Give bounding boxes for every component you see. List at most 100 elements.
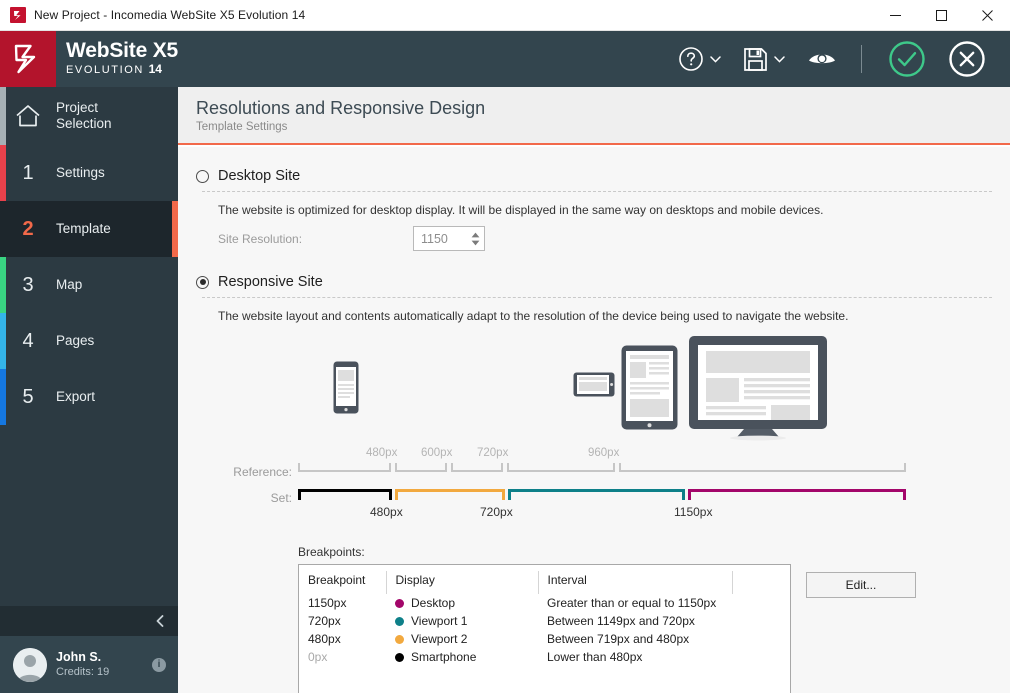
sidebar-item-project-selection[interactable]: Project Selection: [0, 87, 178, 145]
sidebar-item-export[interactable]: 5 Export: [0, 369, 178, 425]
brand-logo-icon: [0, 31, 56, 87]
breakpoints-title: Breakpoints:: [298, 545, 365, 559]
desktop-site-radio-row[interactable]: Desktop Site: [178, 168, 1010, 184]
sidebar-collapse-button[interactable]: [0, 606, 178, 636]
sidebar: Project Selection 1 Settings 2 Template …: [0, 87, 178, 693]
main-content: Desktop Site The website is optimized fo…: [178, 147, 1010, 693]
edit-button[interactable]: Edit...: [806, 572, 916, 598]
set-segment-smartphone[interactable]: [298, 489, 392, 500]
responsive-site-radio[interactable]: [196, 275, 209, 289]
maximize-button[interactable]: [918, 0, 964, 31]
tablet-portrait-icon: [621, 345, 678, 435]
minimize-button[interactable]: [872, 0, 918, 31]
preview-button[interactable]: [797, 31, 847, 87]
reference-segment: [298, 470, 391, 472]
responsive-site-radio-row[interactable]: Responsive Site: [178, 274, 1010, 290]
color-dot-icon: [395, 635, 404, 644]
window-title: New Project - Incomedia WebSite X5 Evolu…: [34, 8, 306, 22]
help-icon: [679, 47, 703, 71]
smartphone-landscape-icon: [573, 372, 615, 402]
reference-tick-label: 960px: [588, 447, 620, 459]
sidebar-strip: [0, 369, 6, 425]
help-button[interactable]: [668, 31, 731, 87]
site-resolution-input[interactable]: [414, 227, 460, 250]
save-button[interactable]: [733, 31, 795, 87]
sidebar-strip: [0, 145, 6, 201]
set-segment-viewport2[interactable]: [395, 489, 505, 500]
reference-tick: [613, 463, 615, 472]
reference-tick: [619, 463, 621, 472]
chevron-down-icon: [774, 55, 785, 63]
sidebar-user-panel[interactable]: John S. Credits: 19 i: [0, 636, 178, 693]
cell-interval: Between 1149px and 720px: [547, 614, 695, 628]
sidebar-item-map[interactable]: 3 Map: [0, 257, 178, 313]
sidebar-item-label: Settings: [56, 165, 105, 180]
column-header-breakpoint[interactable]: Breakpoint: [299, 571, 387, 594]
table-row[interactable]: 0px Smartphone Lower than 480px: [299, 648, 790, 666]
cell-breakpoint: 1150px: [308, 596, 347, 610]
header-toolbar: [666, 31, 996, 87]
set-segment-desktop[interactable]: [688, 489, 906, 500]
set-segment-viewport1[interactable]: [508, 489, 685, 500]
sidebar-item-pages[interactable]: 4 Pages: [0, 313, 178, 369]
desktop-site-description: The website is optimized for desktop dis…: [218, 203, 824, 217]
sidebar-item-label: Pages: [56, 333, 95, 348]
cell-display: Smartphone: [386, 648, 538, 666]
set-tick-label: 720px: [480, 505, 513, 519]
column-header-display[interactable]: Display: [386, 571, 539, 594]
reference-tick: [389, 463, 391, 472]
sidebar-item-label-line2: Selection: [56, 116, 112, 131]
brand-edition-line: EVOLUTION 14: [66, 62, 178, 77]
brand-version: 14: [148, 62, 162, 76]
color-dot-icon: [395, 653, 404, 662]
cell-display-label: Viewport 1: [411, 614, 468, 628]
cell-interval: Between 719px and 480px: [547, 632, 690, 646]
stepper-up-icon: [471, 232, 480, 237]
user-credits: Credits: 19: [56, 666, 110, 678]
sidebar-strip: [0, 257, 6, 313]
preview-eye-icon: [809, 53, 835, 64]
set-bar: [298, 489, 906, 500]
table-row[interactable]: 720px Viewport 1 Between 1149px and 720p…: [299, 612, 790, 630]
sidebar-item-number: 2: [22, 217, 34, 240]
sidebar-item-label: Project Selection: [56, 100, 112, 132]
sidebar-item-template[interactable]: 2 Template: [0, 201, 178, 257]
window-controls: [872, 0, 1010, 31]
breakpoints-grid: Breakpoint Display Interval 1150px Deskt…: [299, 571, 790, 666]
brand-edition: EVOLUTION: [66, 64, 144, 76]
close-button[interactable]: [964, 0, 1010, 31]
column-header-spacer: [732, 571, 790, 594]
toolbar-divider: [861, 45, 862, 73]
cell-display-label: Desktop: [411, 596, 456, 610]
window-title-bar: New Project - Incomedia WebSite X5 Evolu…: [0, 0, 1010, 31]
set-label: Set:: [270, 491, 292, 505]
sidebar-item-label-line1: Project: [56, 100, 99, 115]
sidebar-item-settings[interactable]: 1 Settings: [0, 145, 178, 201]
stepper-arrows[interactable]: [471, 227, 480, 250]
sidebar-item-number: 4: [22, 329, 34, 352]
sidebar-item-label: Template: [56, 221, 111, 236]
cell-breakpoint: 480px: [308, 632, 341, 646]
reference-segment: [507, 470, 615, 472]
desktop-monitor-icon: [688, 335, 828, 446]
color-dot-icon: [395, 617, 404, 626]
reference-tick: [445, 463, 447, 472]
breakpoints-table: Breakpoint Display Interval 1150px Deskt…: [298, 564, 791, 693]
sidebar-item-label: Export: [56, 389, 96, 404]
page-title: Resolutions and Responsive Design: [196, 98, 486, 118]
sidebar-strip: [0, 313, 6, 369]
info-icon[interactable]: i: [152, 657, 166, 672]
site-resolution-stepper[interactable]: [413, 226, 485, 251]
reference-tick-label: 480px: [366, 447, 398, 459]
table-row[interactable]: 1150px Desktop Greater than or equal to …: [299, 594, 790, 612]
desktop-site-radio[interactable]: [196, 169, 209, 183]
column-header-interval[interactable]: Interval: [538, 571, 733, 594]
close-circle-icon: [949, 41, 985, 77]
table-row[interactable]: 480px Viewport 2 Between 719px and 480px: [299, 630, 790, 648]
cell-breakpoint: 720px: [308, 614, 341, 628]
confirm-button[interactable]: [878, 31, 936, 87]
cancel-button[interactable]: [938, 31, 996, 87]
reference-tick: [298, 463, 300, 472]
reference-tick: [507, 463, 509, 472]
chevron-down-icon: [710, 55, 721, 63]
